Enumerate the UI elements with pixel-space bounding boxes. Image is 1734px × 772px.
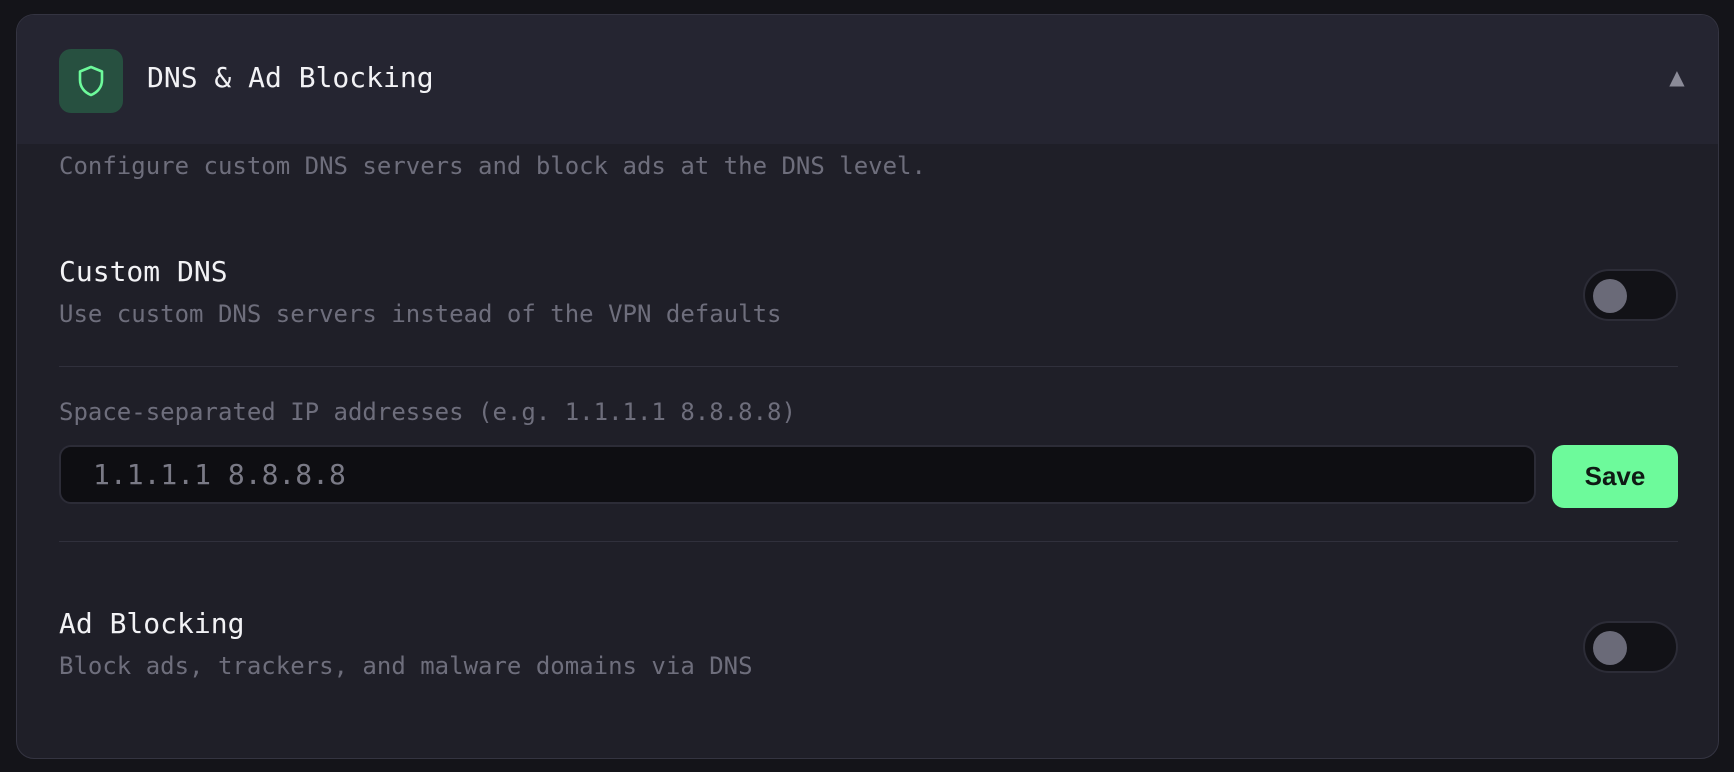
custom-dns-toggle[interactable] [1583, 269, 1678, 321]
ad-blocking-title: Ad Blocking [59, 607, 245, 640]
custom-dns-title: Custom DNS [59, 255, 228, 288]
collapse-icon[interactable]: ▲ [1661, 61, 1693, 93]
section-header[interactable]: DNS & Ad Blocking ▲ [17, 15, 1718, 144]
shield-icon [59, 49, 123, 113]
dns-servers-input[interactable] [59, 445, 1536, 504]
dns-settings-card: DNS & Ad Blocking ▲ Configure custom DNS… [16, 14, 1719, 759]
custom-dns-description: Use custom DNS servers instead of the VP… [59, 300, 782, 328]
toggle-knob [1593, 631, 1627, 665]
save-button[interactable]: Save [1552, 445, 1678, 508]
divider [59, 366, 1678, 367]
divider [59, 541, 1678, 542]
dns-servers-label: Space-separated IP addresses (e.g. 1.1.1… [59, 398, 796, 426]
section-title: DNS & Ad Blocking [147, 61, 434, 94]
ad-blocking-description: Block ads, trackers, and malware domains… [59, 652, 753, 680]
toggle-knob [1593, 279, 1627, 313]
ad-blocking-toggle[interactable] [1583, 621, 1678, 673]
section-description: Configure custom DNS servers and block a… [59, 152, 926, 180]
